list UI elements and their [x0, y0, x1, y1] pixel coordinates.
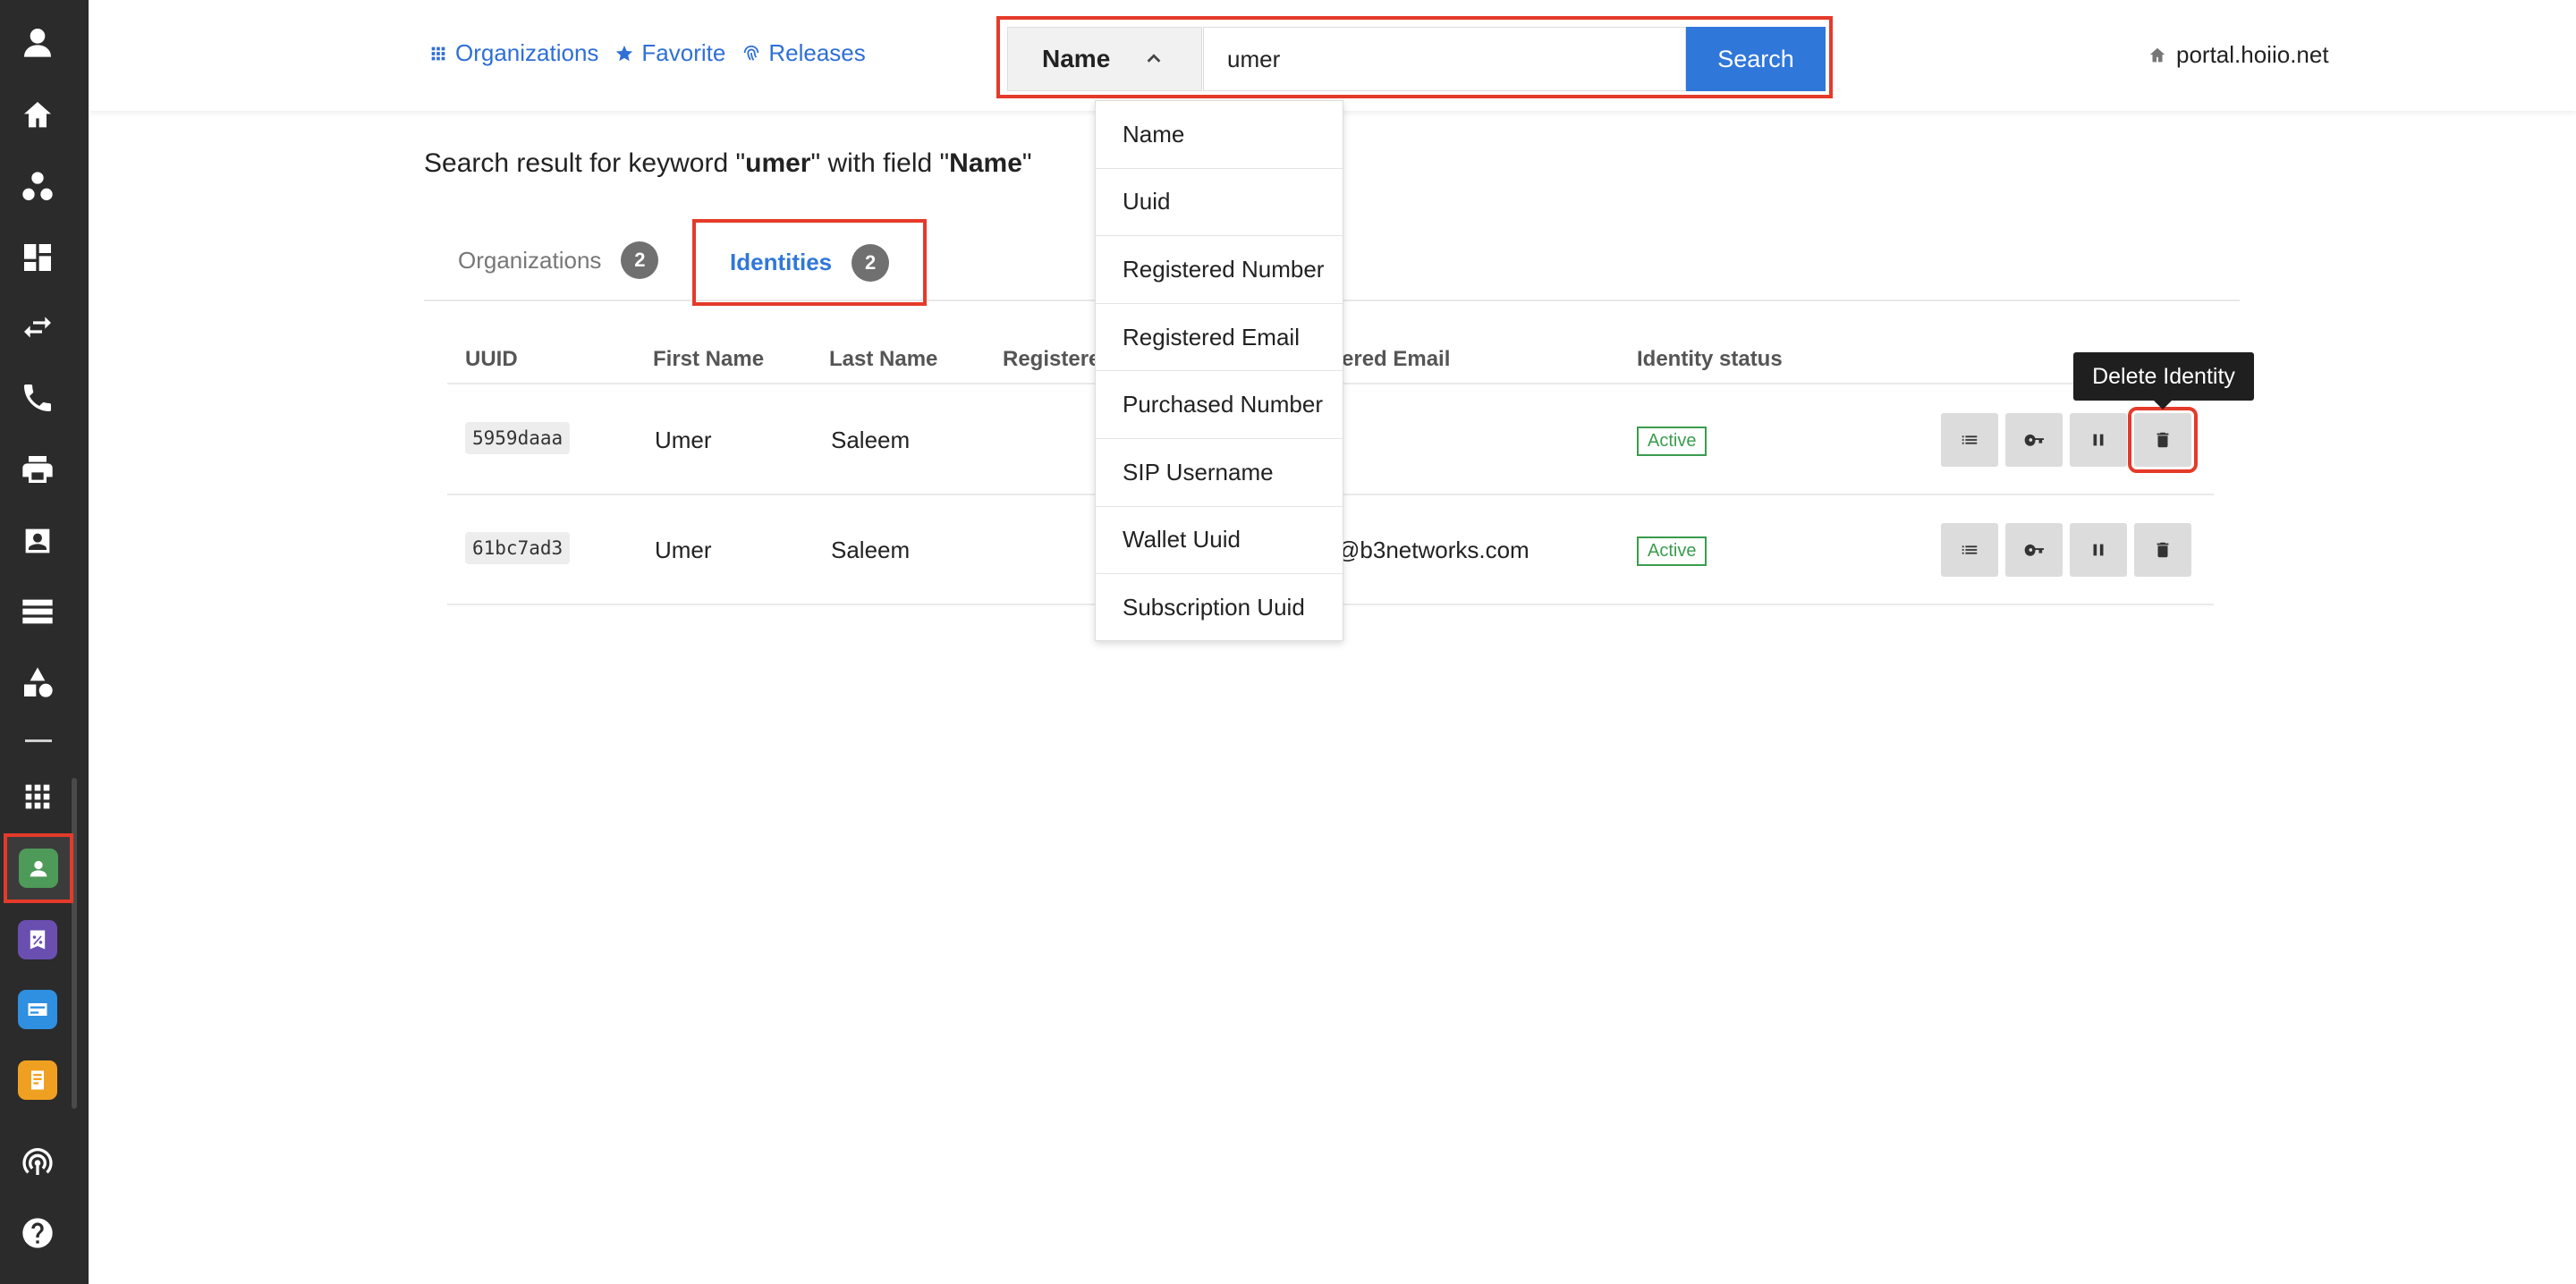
trash-icon [2157, 542, 2169, 558]
organizations-link[interactable]: Organizations [428, 39, 598, 67]
portal-label[interactable]: portal.hoiio.net [2148, 41, 2329, 69]
user-avatar-icon[interactable] [17, 21, 58, 63]
rail-divider [25, 739, 52, 742]
tab-identities[interactable]: Identities 2 [692, 219, 928, 306]
search-field-dropdown: Name Uuid Registered Number Registered E… [1095, 100, 1343, 641]
grid-icon [431, 46, 445, 60]
help-icon[interactable] [17, 1212, 58, 1254]
storage-icon[interactable] [17, 591, 58, 632]
dropdown-option-registered-number[interactable]: Registered Number [1096, 236, 1343, 304]
suspend-button[interactable] [2070, 523, 2127, 577]
printer-icon[interactable] [17, 449, 58, 490]
list-icon [1962, 545, 1978, 554]
discount-app-icon[interactable] [17, 919, 58, 960]
row-first-name: Umer [655, 536, 712, 563]
identity-app-icon [19, 849, 58, 888]
row-first-name: Umer [655, 427, 712, 453]
row-uuid[interactable]: 61bc7ad3 [465, 532, 571, 564]
broadcast-icon[interactable] [17, 1141, 58, 1182]
releases-link-label: Releases [768, 39, 866, 66]
list-icon [1962, 435, 1978, 444]
tab-identities-label: Identities [730, 249, 833, 275]
dropdown-option-registered-email[interactable]: Registered Email [1096, 304, 1343, 372]
row-email: @b3networks.com [1336, 536, 1530, 563]
status-badge: Active [1637, 427, 1707, 456]
tab-organizations-label: Organizations [458, 246, 602, 274]
row-last-name: Saleem [831, 427, 911, 453]
favorite-link[interactable]: Favorite [614, 39, 725, 67]
home-icon[interactable] [17, 95, 58, 136]
shapes-icon[interactable] [17, 662, 58, 703]
result-keyword: umer [745, 148, 811, 178]
apps-grid-icon[interactable] [17, 776, 58, 817]
details-button[interactable] [1941, 413, 1998, 467]
tab-organizations-count: 2 [621, 241, 659, 279]
trash-icon [2157, 432, 2169, 448]
search-bar: Name Search [996, 16, 1833, 98]
pause-icon [2093, 544, 2104, 556]
delete-identity-tooltip: Delete Identity [2073, 352, 2254, 410]
delete-identity-button[interactable] [2134, 523, 2191, 577]
tab-identities-count: 2 [852, 243, 890, 282]
tab-organizations[interactable]: Organizations 2 [458, 219, 659, 301]
details-button[interactable] [1941, 523, 1998, 577]
left-rail [0, 0, 89, 1284]
row-actions [1941, 523, 2191, 577]
dropdown-option-uuid[interactable]: Uuid [1096, 169, 1343, 237]
contact-card-icon[interactable] [17, 520, 58, 562]
portal-domain: portal.hoiio.net [2176, 41, 2329, 68]
row-last-name: Saleem [831, 536, 911, 563]
top-links: Organizations Favorite Releases [428, 39, 866, 67]
dropdown-option-subscription-uuid[interactable]: Subscription Uuid [1096, 574, 1343, 642]
header-registered-number: Registere [1003, 347, 1101, 371]
status-badge: Active [1637, 536, 1707, 566]
swap-icon[interactable] [17, 307, 58, 348]
notes-app-icon[interactable] [17, 1060, 58, 1101]
credentials-button[interactable] [2005, 523, 2063, 577]
phone-icon[interactable] [17, 377, 58, 418]
card-app-icon[interactable] [17, 989, 58, 1030]
header-identity-status: Identity status [1637, 347, 1783, 371]
header-registered-email: ered Email [1342, 347, 1451, 371]
delete-identity-button[interactable] [2128, 407, 2198, 473]
credentials-button[interactable] [2005, 413, 2063, 467]
organizations-link-label: Organizations [455, 39, 599, 66]
key-icon [2024, 544, 2044, 556]
star-icon [616, 45, 633, 61]
home-small-icon [2149, 47, 2165, 62]
key-icon [2024, 434, 2044, 446]
search-field-label: Name [1042, 45, 1111, 72]
chevron-up-icon [1147, 54, 1161, 63]
fingerprint-icon [744, 45, 759, 61]
result-field: Name [949, 148, 1022, 178]
row-actions [1941, 407, 2198, 473]
pause-icon [2093, 434, 2104, 446]
dropdown-option-wallet-uuid[interactable]: Wallet Uuid [1096, 507, 1343, 575]
search-result-title: Search result for keyword "umer" with fi… [424, 148, 1032, 178]
dashboard-icon[interactable] [17, 237, 58, 278]
dropdown-option-name[interactable]: Name [1096, 101, 1343, 169]
header-uuid: UUID [465, 347, 518, 371]
dropdown-option-sip-username[interactable]: SIP Username [1096, 439, 1343, 507]
search-input[interactable] [1203, 27, 1686, 91]
dropdown-option-purchased-number[interactable]: Purchased Number [1096, 371, 1343, 439]
header-last-name: Last Name [829, 347, 938, 371]
rail-scrollbar[interactable] [72, 778, 77, 1109]
groups-icon[interactable] [17, 166, 58, 207]
identity-app-button[interactable] [4, 833, 73, 903]
search-field-select[interactable]: Name [1007, 27, 1202, 91]
releases-link[interactable]: Releases [741, 39, 866, 67]
favorite-link-label: Favorite [641, 39, 726, 66]
row-uuid[interactable]: 5959daaa [465, 422, 571, 454]
search-button[interactable]: Search [1686, 27, 1826, 91]
suspend-button[interactable] [2070, 413, 2127, 467]
header-first-name: First Name [653, 347, 765, 371]
